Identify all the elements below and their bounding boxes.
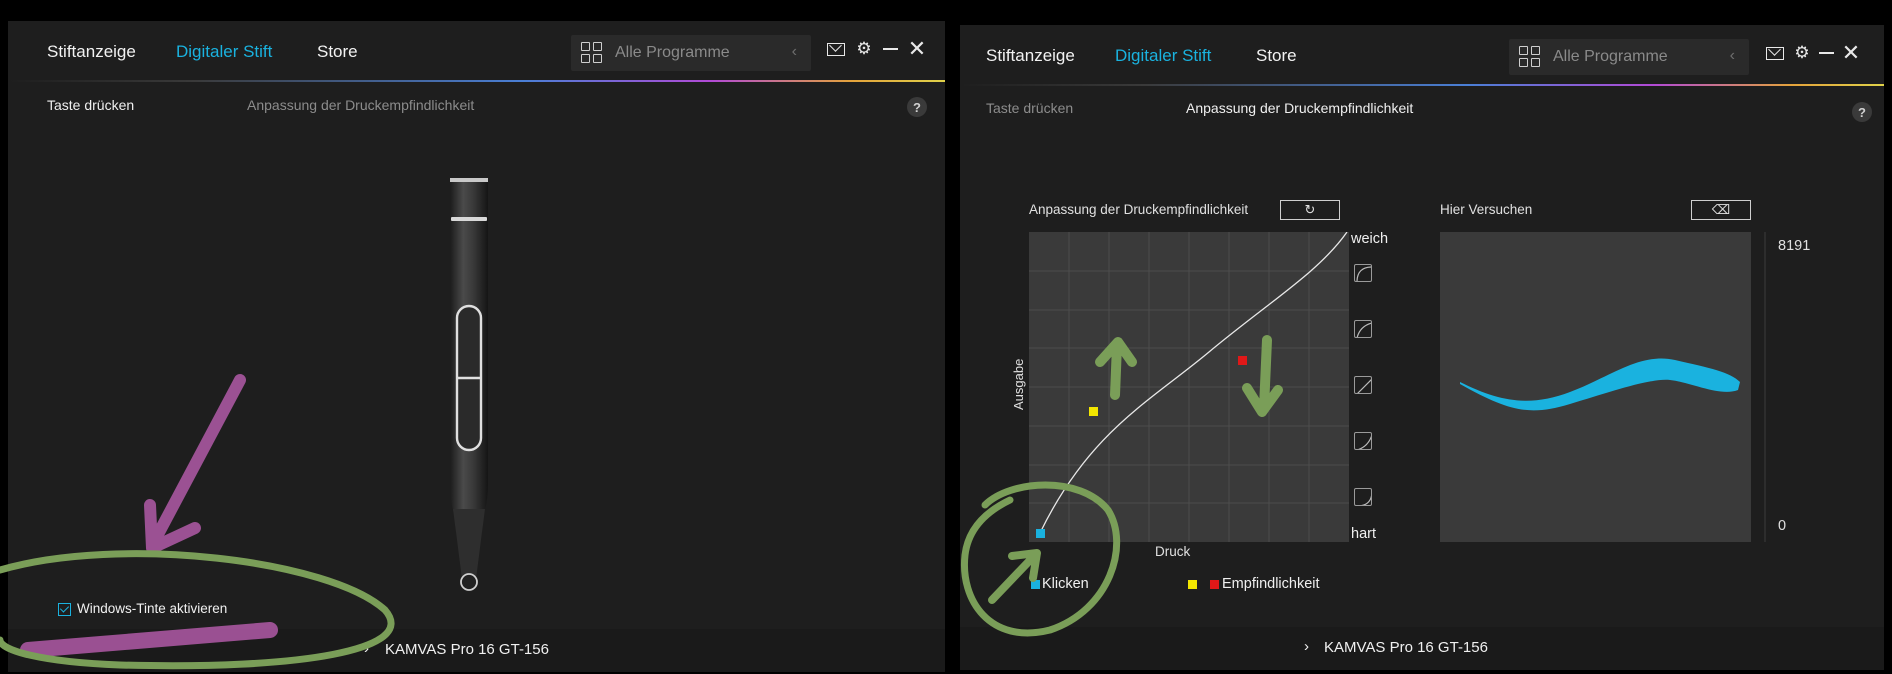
pink-underline-annotation — [20, 622, 278, 658]
pink-arrow-annotation — [144, 374, 246, 554]
green-arrow-diag-annotation — [988, 549, 1041, 604]
green-arrow-up-annotation — [1095, 337, 1137, 400]
annotation-overlay — [0, 335, 1283, 670]
green-arrow-down-annotation — [1242, 335, 1283, 417]
green-circle-annotation — [960, 481, 1121, 637]
